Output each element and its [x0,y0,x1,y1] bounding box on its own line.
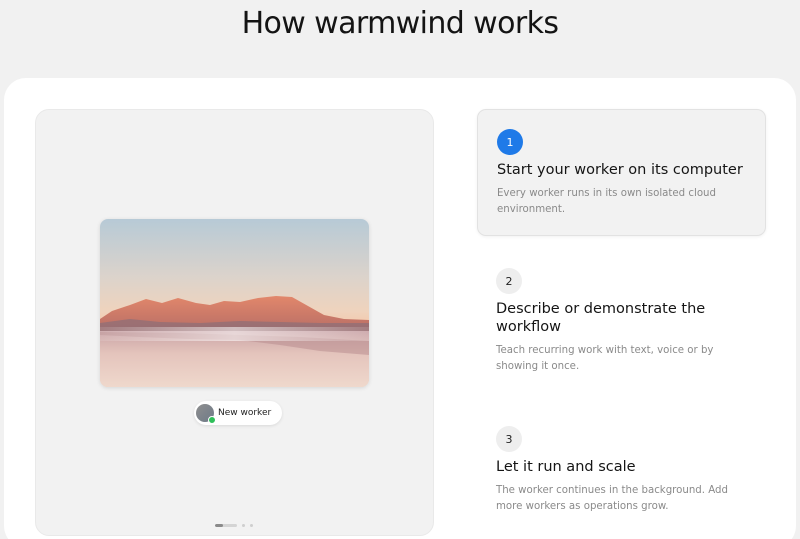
step-description: Teach recurring work with text, voice or… [496,345,714,372]
step-title: Let it run and scale [496,459,636,475]
worker-desktop-preview [100,219,369,387]
step-number-badge: 1 [497,129,523,155]
carousel-pager[interactable] [215,524,253,527]
page-title: How warmwind works [241,6,559,41]
step-title: Start your worker on its computer [497,162,743,178]
landscape-wallpaper-image [100,219,369,387]
step-description: The worker continues in the background. … [496,485,728,512]
new-worker-label: New worker [218,408,272,418]
step-number-badge: 2 [496,268,522,294]
pager-progress-fill [215,524,223,527]
step-1-card[interactable]: 1 Start your worker on its computer Ever… [477,109,766,236]
pager-progress-bar[interactable] [215,524,237,527]
step-2-card[interactable]: 2 Describe or demonstrate the workflow T… [477,268,766,378]
pager-dot[interactable] [250,524,253,527]
new-worker-chip[interactable]: New worker [194,401,283,425]
step-3-card[interactable]: 3 Let it run and scale The worker contin… [477,426,766,526]
step-description: Every worker runs in its own isolated cl… [497,188,716,215]
pager-dot[interactable] [242,524,245,527]
online-status-icon [208,416,216,424]
step-number-badge: 3 [496,426,522,452]
step-title: Describe or demonstrate the workflow [496,301,706,335]
user-avatar-icon [196,404,216,424]
